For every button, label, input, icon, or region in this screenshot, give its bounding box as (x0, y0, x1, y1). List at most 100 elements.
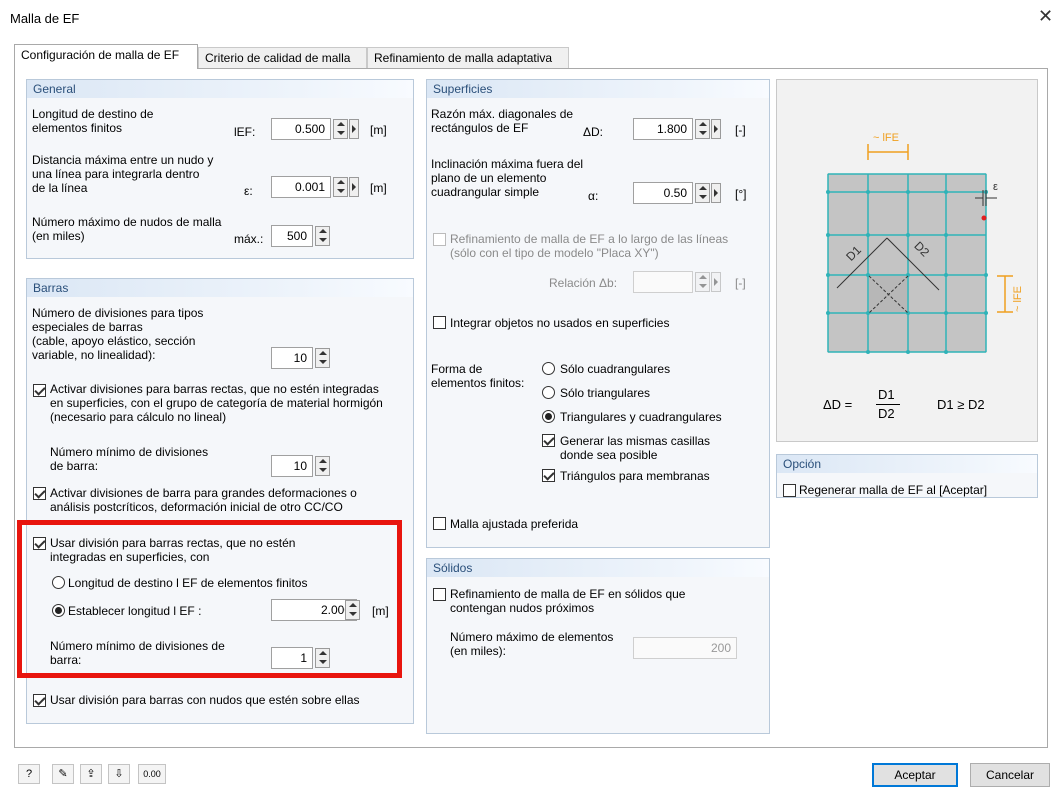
relation-spinner[interactable] (695, 272, 710, 292)
formula-numerator: D1 (878, 387, 895, 402)
refine-lines-checkbox[interactable] (433, 233, 446, 246)
relation-label: Relación Δb: (549, 276, 618, 290)
same-cells-line-2: donde sea posible (560, 448, 658, 462)
use-nodes-checkbox[interactable] (33, 694, 46, 707)
option-header: Opción (777, 455, 1037, 473)
formula-fraction-bar (876, 404, 900, 405)
relation-input[interactable] (633, 271, 693, 293)
max-distance-arrow[interactable] (349, 177, 359, 197)
close-icon[interactable]: ✕ (1038, 6, 1053, 27)
special-div-label-4: variable, no linealidad): (32, 348, 156, 362)
activate-straight-line-1: Activar divisiones para barras rectas, q… (50, 382, 379, 396)
formula-condition: D1 ≥ D2 (937, 397, 985, 412)
export-icon[interactable]: ⇪ (80, 764, 102, 784)
shape-tri-radio[interactable] (542, 386, 555, 399)
activate-straight-line-2: en superficies, con el grupo de categorí… (50, 396, 383, 410)
activate-straight-line-3: (necesario para cálculo no lineal) (50, 410, 227, 424)
shape-label-2: elementos finitos: (431, 376, 525, 390)
relation-unit: [-] (735, 276, 746, 290)
max-incline-unit: [°] (735, 187, 747, 201)
cancel-button[interactable]: Cancelar (970, 763, 1050, 787)
special-div-label-2: especiales de barras (32, 320, 143, 334)
activate-large-line-2: análisis postcríticos, deformación inici… (50, 500, 343, 514)
mesh-diagram-svg: ~ lFE ~ lFE ε D1 D2 (826, 132, 1024, 354)
special-div-label-1: Número de divisiones para tipos (32, 306, 204, 320)
target-length-spinner[interactable] (333, 119, 348, 139)
min-div-label-1: Número mínimo de divisiones (50, 445, 209, 459)
min-div-spinner[interactable] (315, 456, 330, 476)
max-distance-unit: [m] (370, 181, 387, 195)
regenerate-checkbox[interactable] (783, 484, 796, 497)
lfe-side-label: ~ lFE (1012, 286, 1024, 312)
tab-mesh-config[interactable]: Configuración de malla de EF (14, 44, 198, 69)
epsilon-label: ε (993, 181, 998, 193)
max-distance-label-1: Distancia máxima entre un nudo y (32, 153, 214, 167)
lfe-top-label: ~ lFE (873, 132, 899, 144)
min-div-input[interactable]: 10 (271, 455, 313, 477)
units-icon[interactable]: 0.00 (138, 764, 166, 784)
regenerate-label: Regenerar malla de EF al [Aceptar] (799, 483, 988, 497)
same-cells-line-1: Generar las mismas casillas (560, 434, 711, 448)
max-elements-label-2: (en miles): (450, 644, 507, 658)
max-distance-label-2: una línea para integrarla dentro (32, 167, 200, 181)
shape-tri-label: Sólo triangulares (560, 386, 651, 400)
target-length-input[interactable]: 0.500 (271, 118, 331, 140)
max-incline-label-2: plano de un elemento (431, 171, 547, 185)
tab-adaptive-refinement[interactable]: Refinamiento de malla adaptativa (367, 47, 569, 69)
solids-refine-line-1: Refinamiento de malla de EF en sólidos q… (450, 587, 686, 601)
diag-ratio-label-2: rectángulos de EF (431, 121, 529, 135)
diag-ratio-symbol: ΔD: (583, 125, 604, 139)
max-incline-label-3: cuadrangular simple (431, 185, 540, 199)
mesh-diagram: ~ lFE ~ lFE ε D1 D2 ΔD = D1 D2 D1 ≥ D2 (776, 79, 1038, 442)
refine-lines-line-1: Refinamiento de malla de EF a lo largo d… (450, 232, 729, 246)
max-nodes-label-1: Número máximo de nudos de malla (32, 215, 222, 229)
diag-ratio-input[interactable]: 1.800 (633, 118, 693, 140)
shape-quad-label: Sólo cuadrangulares (560, 362, 671, 376)
help-icon[interactable]: ? (18, 764, 40, 784)
target-length-label-2: elementos finitos (32, 121, 123, 135)
solids-refine-checkbox[interactable] (433, 588, 446, 601)
max-incline-symbol: α: (588, 189, 599, 203)
max-distance-spinner[interactable] (333, 177, 348, 197)
max-nodes-spinner[interactable] (315, 226, 330, 246)
max-nodes-label-2: (en miles) (32, 229, 85, 243)
max-incline-arrow[interactable] (711, 183, 721, 203)
target-length-arrow[interactable] (349, 119, 359, 139)
max-distance-input[interactable]: 0.001 (271, 176, 331, 198)
integrate-unused-checkbox[interactable] (433, 316, 446, 329)
special-div-label-3: (cable, apoyo elástico, sección (32, 334, 196, 348)
accept-button[interactable]: Aceptar (872, 763, 958, 787)
solids-header: Sólidos (427, 559, 769, 577)
target-length-label-1: Longitud de destino de (32, 107, 154, 121)
formula-denominator: D2 (878, 406, 895, 421)
relation-arrow[interactable] (711, 272, 721, 292)
surfaces-header: Superficies (427, 80, 769, 98)
activate-large-checkbox[interactable] (33, 487, 46, 500)
max-nodes-input[interactable]: 500 (271, 225, 313, 247)
activate-straight-checkbox[interactable] (33, 384, 46, 397)
max-distance-symbol: ε: (244, 184, 253, 198)
edit-icon[interactable]: ✎ (52, 764, 74, 784)
diag-ratio-spinner[interactable] (695, 119, 710, 139)
preferred-mesh-checkbox[interactable] (433, 517, 446, 530)
diag-ratio-arrow[interactable] (711, 119, 721, 139)
special-div-input[interactable]: 10 (271, 347, 313, 369)
formula-lhs: ΔD = (823, 397, 853, 412)
general-header: General (27, 80, 413, 98)
membranes-checkbox[interactable] (542, 469, 555, 482)
refine-lines-line-2: (sólo con el tipo de modelo "Placa XY") (450, 246, 659, 260)
import-icon[interactable]: ⇩ (108, 764, 130, 784)
highlight-box (17, 520, 402, 678)
max-elements-input[interactable]: 200 (633, 637, 737, 659)
special-div-spinner[interactable] (315, 348, 330, 368)
max-incline-spinner[interactable] (695, 183, 710, 203)
max-incline-input[interactable]: 0.50 (633, 182, 693, 204)
diag-ratio-unit: [-] (735, 123, 746, 137)
shape-both-radio[interactable] (542, 410, 555, 423)
same-cells-checkbox[interactable] (542, 434, 555, 447)
max-distance-label-3: de la línea (32, 181, 88, 195)
shape-label-1: Forma de (431, 362, 483, 376)
tab-mesh-quality[interactable]: Criterio de calidad de malla (198, 47, 367, 69)
shape-both-label: Triangulares y cuadrangulares (560, 410, 722, 424)
shape-quad-radio[interactable] (542, 362, 555, 375)
